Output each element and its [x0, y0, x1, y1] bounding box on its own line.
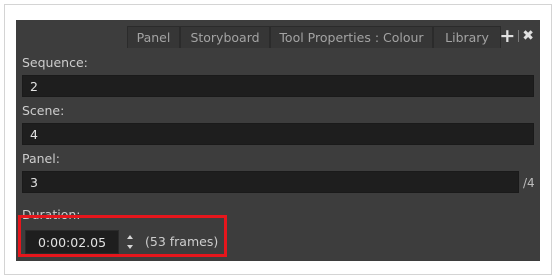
spin-down-icon[interactable] — [127, 245, 133, 249]
tab-storyboard[interactable]: Storyboard — [180, 26, 270, 48]
tab-actions-separator — [518, 30, 520, 42]
duration-field[interactable]: 0:00:02.05 — [25, 230, 119, 254]
panel-field[interactable]: 3 — [22, 171, 519, 193]
duration-label: Duration: — [22, 207, 81, 222]
close-icon[interactable]: ✖ — [522, 28, 534, 44]
sequence-field[interactable]: 2 — [22, 75, 534, 97]
duration-frames: (53 frames) — [145, 234, 219, 249]
sequence-label: Sequence: — [22, 55, 88, 70]
panel-total: /4 — [523, 176, 535, 190]
tab-bar: Panel Storyboard Tool Properties : Colou… — [16, 20, 540, 49]
scene-field[interactable]: 4 — [22, 123, 534, 145]
tab-library[interactable]: Library — [433, 26, 501, 48]
scene-label: Scene: — [22, 103, 65, 118]
spin-up-icon[interactable] — [127, 235, 133, 239]
duration-control: 0:00:02.05 (53 frames) — [25, 229, 305, 254]
tab-panel[interactable]: Panel — [127, 26, 180, 48]
tab-tool-properties-colour[interactable]: Tool Properties : Colour — [270, 26, 433, 48]
duration-spinner[interactable] — [126, 231, 136, 253]
panel-label: Panel: — [22, 151, 60, 166]
plus-icon[interactable]: + — [499, 27, 515, 46]
panel-view-window: Panel Storyboard Tool Properties : Colou… — [16, 20, 540, 261]
tab-actions: + ✖ — [499, 27, 534, 46]
